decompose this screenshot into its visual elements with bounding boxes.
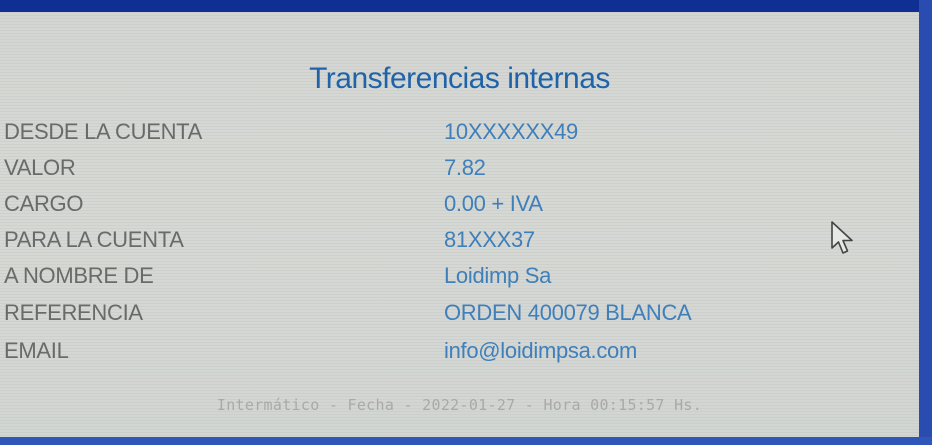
- screen-frame-right: [919, 0, 932, 445]
- amount-label: VALOR: [4, 155, 76, 180]
- from-account-value: 10XXXXXX49: [444, 119, 578, 144]
- mouse-pointer-icon: [831, 221, 853, 254]
- from-account-label: DESDE LA CUENTA: [4, 119, 203, 144]
- to-account-label: PARA LA CUENTA: [4, 227, 184, 252]
- transfer-confirmation-screen: Transferencias internas DESDE LA CUENTA …: [0, 12, 919, 445]
- page-title: Transferencias internas: [309, 62, 610, 95]
- reference-label: REFERENCIA: [4, 300, 143, 325]
- charge-value: 0.00 + IVA: [444, 191, 543, 216]
- charge-label: CARGO: [4, 191, 84, 216]
- beneficiary-label: A NOMBRE DE: [4, 263, 154, 288]
- beneficiary-value: Loidimp Sa: [444, 263, 552, 288]
- amount-value: 7.82: [444, 155, 486, 180]
- reference-value: ORDEN 400079 BLANCA: [444, 300, 692, 325]
- screen-frame-bottom: [0, 437, 932, 445]
- to-account-value: 81XXX37: [444, 227, 535, 252]
- email-value: info@loidimpsa.com: [444, 338, 638, 363]
- email-label: EMAIL: [4, 338, 69, 363]
- footer-timestamp: Intermático - Fecha - 2022-01-27 - Hora …: [216, 396, 703, 414]
